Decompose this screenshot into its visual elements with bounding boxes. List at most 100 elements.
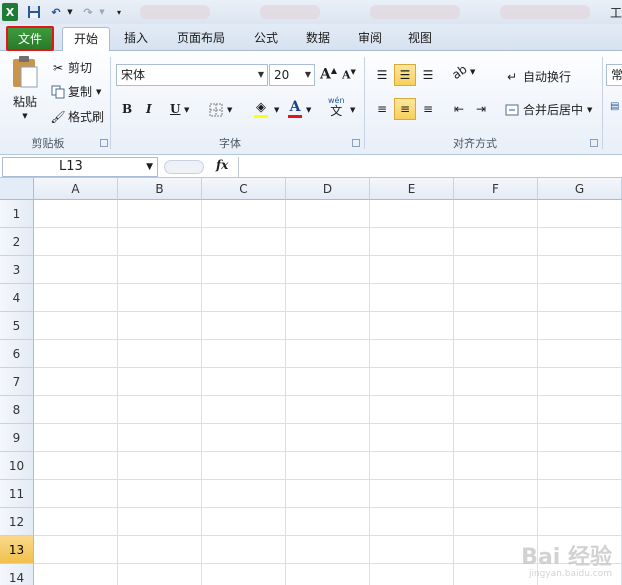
redo-icon[interactable]: ↷ [80,3,96,21]
grid-line [34,339,622,340]
name-box[interactable]: L13 ▼ [2,157,158,177]
group-separator [110,57,111,149]
phonetic-dropdown-icon[interactable]: ▼ [350,106,355,114]
border-grid-icon [208,102,224,118]
align-bottom-icon: ☰ [422,68,434,82]
row-header[interactable]: 1 [0,200,34,228]
grow-font-icon: A▲ [320,65,338,83]
font-launcher-icon[interactable] [352,139,360,147]
column-header[interactable]: E [370,178,454,200]
column-header[interactable]: C [202,178,286,200]
cut-label: 剪切 [68,61,93,75]
align-top-button[interactable]: ☰ [372,65,392,85]
format-painter-button[interactable]: 🖌 格式刷 [50,108,104,125]
align-middle-icon: ☰ [399,68,411,82]
font-name-combo[interactable]: 宋体 ▼ [116,64,268,86]
bold-button[interactable]: B [122,102,132,116]
row-header[interactable]: 5 [0,312,34,340]
fill-color-button[interactable]: ◈ [254,100,268,118]
select-all-corner[interactable] [0,178,34,200]
align-right-button[interactable]: ≡ [418,99,438,119]
row-header[interactable]: 3 [0,256,34,284]
tab-view[interactable]: 视图 [400,27,440,51]
clipboard-group-label: 剪贴板 [31,137,65,150]
copy-button[interactable]: 复制 ▼ [50,83,101,100]
wrap-text-button[interactable]: ↵ 自动换行 [504,68,571,85]
shrink-font-icon: A▼ [342,67,356,82]
font-name-value: 宋体 [121,68,146,82]
underline-dropdown-icon[interactable]: ▼ [184,106,189,114]
align-center-button[interactable]: ≡ [394,98,416,120]
row-header[interactable]: 6 [0,340,34,368]
copy-icon [50,84,66,100]
grid-line [453,200,454,585]
tab-page-layout[interactable]: 页面布局 [170,27,232,51]
row-header[interactable]: 7 [0,368,34,396]
scissors-icon: ✂ [52,60,64,75]
row-header[interactable]: 12 [0,508,34,536]
row-header[interactable]: 8 [0,396,34,424]
tab-file[interactable]: 文件 [6,26,54,51]
cut-button[interactable]: ✂ 剪切 [50,59,92,76]
paste-icon [11,55,39,89]
undo-dropdown-icon[interactable]: ▼ [66,3,74,21]
grid-line [34,283,622,284]
grid-line [34,227,622,228]
phonetic-guide-button[interactable]: wén 文 [328,97,345,118]
font-size-combo[interactable]: 20 ▼ [269,64,315,86]
row-header[interactable]: 11 [0,480,34,508]
orientation-button[interactable]: ab ▼ [449,62,475,82]
align-right-icon: ≡ [422,102,434,116]
column-header[interactable]: G [538,178,622,200]
tab-review[interactable]: 审阅 [350,27,390,51]
alignment-launcher-icon[interactable] [590,139,598,147]
formula-input[interactable] [238,157,620,177]
shrink-font-button[interactable]: A▼ [342,67,356,82]
borders-button[interactable]: ▼ [208,102,232,118]
tab-home[interactable]: 开始 [62,27,110,52]
paste-button[interactable]: 粘贴 ▼ [6,55,44,127]
align-middle-button[interactable]: ☰ [394,64,416,86]
row-header[interactable]: 9 [0,424,34,452]
column-header[interactable]: F [454,178,538,200]
font-color-dropdown-icon[interactable]: ▼ [306,106,311,114]
row-header[interactable]: 14 [0,564,34,585]
clipboard-launcher-icon[interactable] [100,139,108,147]
grid-line [34,367,622,368]
worksheet-grid[interactable]: A B C D E F G 1 2 3 4 5 6 7 8 9 10 11 12… [0,178,622,585]
tab-data[interactable]: 数据 [298,27,338,51]
align-left-button[interactable]: ≡ [372,99,392,119]
save-icon[interactable] [26,3,42,21]
customize-qat-icon[interactable]: ▾ [114,3,124,21]
name-box-value: L13 [59,159,83,174]
increase-indent-button[interactable]: ⇥ [472,99,490,119]
align-center-icon: ≡ [399,102,411,116]
formula-bar-grip-icon[interactable] [164,160,204,174]
row-header[interactable]: 2 [0,228,34,256]
column-header[interactable]: D [286,178,370,200]
merge-center-label: 合并后居中 [523,103,584,117]
grow-font-button[interactable]: A▲ [320,65,337,83]
font-color-button[interactable]: A [288,99,302,118]
insert-function-icon[interactable]: fx [216,158,228,172]
number-format-combo[interactable]: 常 [606,64,622,86]
currency-format-button[interactable]: ▤ [610,101,619,112]
phonetic-char: 文 [330,104,343,118]
paint-bucket-icon: ◈ [256,100,266,115]
row-header[interactable]: 10 [0,452,34,480]
grid-line [34,479,622,480]
undo-icon[interactable]: ↶ [48,3,64,21]
italic-button[interactable]: I [146,102,152,116]
underline-button[interactable]: U [170,102,180,116]
merge-center-button[interactable]: 合并后居中 ▼ [504,101,592,118]
column-header[interactable]: A [34,178,118,200]
align-bottom-button[interactable]: ☰ [418,65,438,85]
fill-color-dropdown-icon[interactable]: ▼ [274,106,279,114]
redo-dropdown-icon[interactable]: ▼ [98,3,106,21]
row-header-selected[interactable]: 13 [0,536,34,564]
row-header[interactable]: 4 [0,284,34,312]
column-header[interactable]: B [118,178,202,200]
decrease-indent-button[interactable]: ⇤ [450,99,468,119]
tab-insert[interactable]: 插入 [116,27,156,51]
tab-formulas[interactable]: 公式 [246,27,286,51]
